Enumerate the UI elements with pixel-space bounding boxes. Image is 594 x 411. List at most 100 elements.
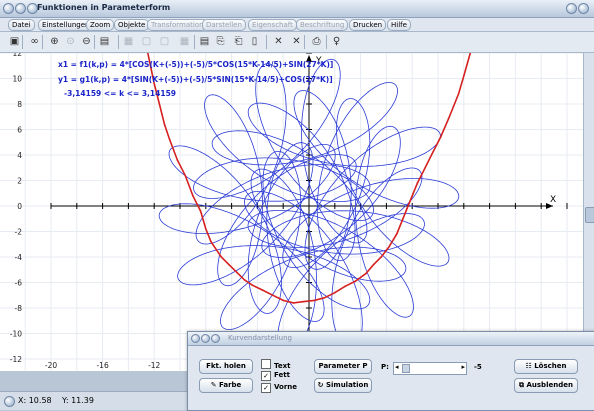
envelope-point — [334, 291, 336, 294]
y-tick-label: 8 — [17, 100, 22, 109]
toolbar-separator — [194, 35, 195, 49]
menu-transformation[interactable]: Transformation — [147, 19, 208, 31]
loeschen-button[interactable]: ☷ Löschen — [514, 359, 578, 374]
envelope-point — [452, 105, 455, 108]
grid-icon[interactable]: ▦ — [122, 35, 135, 48]
envelope-point — [457, 93, 460, 95]
envelope-point — [261, 289, 264, 291]
table-icon[interactable]: ▤ — [198, 35, 211, 48]
envelope-point — [243, 279, 246, 281]
book-icon[interactable]: ▯ — [248, 35, 261, 48]
glasses-icon[interactable]: ∞ — [28, 35, 41, 48]
envelope-point — [205, 228, 207, 230]
zoom-out-icon[interactable]: ⊖ — [80, 35, 93, 48]
vorne-checkbox[interactable]: ✓ Vorne — [261, 383, 297, 393]
envelope-point — [292, 302, 295, 304]
dialog-close-icon[interactable] — [191, 334, 200, 343]
y-tick-label: -12 — [10, 355, 22, 364]
plot-area[interactable]: -20-16-12-8-448121620121086420-2-4-6-8-1… — [0, 49, 594, 371]
p-label: P: — [381, 363, 389, 371]
envelope-point — [372, 263, 375, 266]
x-tick-label: -16 — [96, 361, 108, 370]
zoom-in-icon[interactable]: ⊕ — [48, 35, 61, 48]
cross-small-icon[interactable]: ✕ — [290, 35, 303, 48]
envelope-point — [365, 272, 367, 275]
dialog-minimize-icon[interactable] — [201, 334, 210, 343]
dialog-title-bar[interactable]: Kurvendarstellung — [188, 332, 594, 346]
fett-checkbox-box[interactable]: ✓ — [261, 371, 271, 381]
x-tick-label: -20 — [45, 361, 57, 370]
envelope-point — [401, 220, 403, 223]
envelope-point — [344, 285, 346, 288]
save-icon[interactable]: ▣ — [8, 35, 21, 48]
farbe-button[interactable]: ✎ Farbe — [199, 378, 253, 393]
menu-eigenschaft[interactable]: Eigenschaft — [248, 19, 297, 31]
envelope-point — [163, 123, 166, 126]
grid — [0, 52, 594, 371]
p-slider[interactable]: ◂ ▸ — [393, 362, 467, 375]
fkt-holen-button[interactable]: Fkt. holen — [199, 359, 253, 374]
dialog-maximize-icon[interactable] — [211, 334, 220, 343]
slider-left-arrow-icon[interactable]: ◂ — [395, 363, 399, 371]
parameter-p-button[interactable]: Parameter P — [314, 359, 372, 374]
plot-canvas[interactable]: -20-16-12-8-448121620121086420-2-4-6-8-1… — [0, 49, 594, 371]
envelope-point — [184, 174, 186, 177]
ausblenden-button[interactable]: ⧉ Ausblenden — [514, 378, 578, 393]
menu-datei[interactable]: Datei — [8, 19, 35, 31]
envelope-point — [236, 271, 238, 274]
paste-icon[interactable]: ⎗ — [232, 35, 245, 48]
window-menu-icon[interactable] — [566, 3, 577, 14]
print-icon[interactable]: ⎙ — [310, 35, 323, 48]
tick-labels: -20-16-12-8-448121620121086420-2-4-6-8-1… — [10, 49, 572, 370]
y-tick-label: 2 — [17, 177, 22, 186]
envelope-point — [388, 246, 390, 248]
envelope-point — [220, 256, 223, 258]
y-tick-label: -6 — [15, 279, 23, 288]
envelope-point — [303, 300, 305, 303]
frame-icon[interactable]: ▢ — [140, 35, 153, 48]
text-checkbox-box[interactable] — [261, 359, 271, 369]
menu-drucken[interactable]: Drucken — [349, 19, 387, 31]
menu-beschriftung[interactable]: Beschriftung — [296, 19, 349, 31]
ausblenden-label: Ausblenden — [526, 381, 573, 389]
slider-right-arrow-icon[interactable]: ▸ — [461, 363, 465, 371]
grid-small-icon[interactable]: ▦ — [178, 35, 191, 48]
menu-zoom[interactable]: Zoom — [86, 19, 115, 31]
list-icon: ☷ — [525, 362, 535, 370]
window-controls-right[interactable] — [566, 3, 590, 16]
help-icon[interactable]: ♀ — [330, 35, 343, 48]
menu-darstellen[interactable]: Darstellen — [202, 19, 246, 31]
simulation-icon: ↻ — [317, 381, 326, 389]
box-icon[interactable]: ▢ — [158, 35, 171, 48]
scrollbar-thumb[interactable] — [585, 207, 594, 223]
close-icon[interactable] — [3, 3, 14, 14]
minimize-icon[interactable] — [15, 3, 26, 14]
menu-hilfe[interactable]: Hilfe — [387, 19, 411, 31]
window-icon[interactable]: ▤ — [98, 35, 111, 48]
parameter-range: -3,14159 <= k <= 3,14159 — [64, 89, 176, 98]
envelope-point — [158, 103, 161, 105]
envelope-point — [282, 299, 285, 302]
cross-icon[interactable]: ✕ — [272, 35, 285, 48]
formula-y: y1 = g1(k,p) = 4*[SIN(K+(-5))+(-5)/5*SIN… — [58, 75, 333, 84]
text-checkbox[interactable]: Text — [261, 359, 290, 370]
farbe-label: Farbe — [219, 381, 242, 389]
zoom-icon[interactable]: ⊙ — [64, 35, 77, 48]
status-x-coord: X: 10.58 — [18, 396, 52, 405]
window-collapse-icon[interactable] — [578, 3, 589, 14]
vertical-scrollbar[interactable] — [583, 53, 594, 371]
p-slider-thumb[interactable] — [402, 364, 410, 373]
envelope-point — [313, 299, 316, 302]
window-controls-left[interactable] — [3, 3, 39, 16]
fett-checkbox[interactable]: ✓ Fett — [261, 371, 290, 381]
vorne-checkbox-box[interactable]: ✓ — [261, 383, 271, 393]
y-tick-label: 0 — [17, 202, 22, 211]
toolbar-separator — [22, 35, 23, 49]
copy-icon[interactable]: ⎘ — [214, 35, 227, 48]
simulation-button[interactable]: ↻ Simulation — [314, 378, 372, 393]
toolbar: ▣ ∞ ⊕ ⊙ ⊖ ▤ ▦ ▢ ▢ ▦ ▤ ⎘ ⎗ ▯ ✕ ✕ ⎙ ♀ — [0, 32, 594, 53]
curve-dialog: Kurvendarstellung Fkt. holen ✎ Farbe Tex… — [187, 331, 594, 411]
envelope-point — [416, 182, 419, 184]
envelope-point — [439, 136, 442, 138]
menu-objekte[interactable]: Objekte — [114, 19, 150, 31]
